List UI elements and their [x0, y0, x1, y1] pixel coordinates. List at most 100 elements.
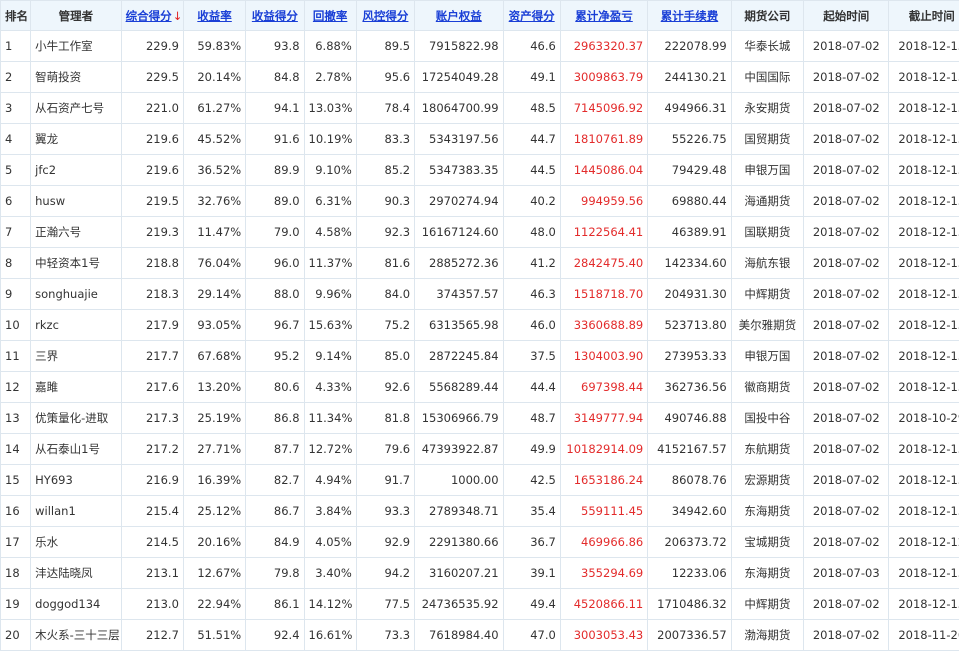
return-rate-cell: 25.12%	[183, 496, 245, 527]
col-fees-header[interactable]: 累计手续费	[648, 1, 731, 31]
col-asset-score-header[interactable]: 资产得分	[503, 1, 560, 31]
equity-cell: 2885272.36	[415, 248, 503, 279]
fees-cell: 222078.99	[648, 31, 731, 62]
equity-cell: 2789348.71	[415, 496, 503, 527]
table-row: 1小牛工作室229.959.83%93.86.88%89.57915822.98…	[1, 31, 959, 62]
end-date-cell: 2018-12-13	[889, 589, 959, 620]
col-end-header: 截止时间	[889, 1, 959, 31]
equity-cell: 18064700.99	[415, 93, 503, 124]
return-rate-cell: 11.47%	[183, 217, 245, 248]
start-date-cell: 2018-07-02	[804, 124, 889, 155]
return-score-cell: 96.0	[246, 248, 304, 279]
col-return-score-header[interactable]: 收益得分	[246, 1, 304, 31]
fees-cell: 244130.21	[648, 62, 731, 93]
return-score-cell: 89.0	[246, 186, 304, 217]
total-score-cell: 213.1	[121, 558, 183, 589]
drawdown-cell: 9.14%	[304, 341, 356, 372]
broker-cell: 永安期货	[731, 93, 803, 124]
start-date-cell: 2018-07-02	[804, 496, 889, 527]
ranking-table: 排名 管理者 综合得分↓ 收益率 收益得分 回撤率 风控得分 账户权益 资产得分…	[0, 0, 959, 651]
rank-cell: 8	[1, 248, 31, 279]
fees-cell: 494966.31	[648, 93, 731, 124]
broker-cell: 中国国际	[731, 62, 803, 93]
col-risk-score-header[interactable]: 风控得分	[356, 1, 414, 31]
col-net-profit-header[interactable]: 累计净盈亏	[560, 1, 647, 31]
fees-cell: 12233.06	[648, 558, 731, 589]
net-profit-cell: 1518718.70	[560, 279, 647, 310]
return-score-cell: 79.8	[246, 558, 304, 589]
col-total-score-header[interactable]: 综合得分↓	[121, 1, 183, 31]
manager-cell: 中轻资本1号	[31, 248, 121, 279]
drawdown-cell: 9.96%	[304, 279, 356, 310]
manager-cell: doggod134	[31, 589, 121, 620]
total-score-cell: 229.9	[121, 31, 183, 62]
broker-cell: 国联期货	[731, 217, 803, 248]
asset-score-cell: 48.0	[503, 217, 560, 248]
net-profit-cell: 1304003.90	[560, 341, 647, 372]
end-date-cell: 2018-12-13	[889, 372, 959, 403]
return-score-cell: 87.7	[246, 434, 304, 465]
table-row: 19doggod134213.022.94%86.114.12%77.52473…	[1, 589, 959, 620]
risk-score-cell: 92.3	[356, 217, 414, 248]
manager-cell: 翼龙	[31, 124, 121, 155]
manager-cell: 小牛工作室	[31, 31, 121, 62]
equity-cell: 6313565.98	[415, 310, 503, 341]
rank-cell: 20	[1, 620, 31, 651]
risk-score-cell: 73.3	[356, 620, 414, 651]
equity-cell: 16167124.60	[415, 217, 503, 248]
table-row: 5jfc2219.636.52%89.99.10%85.25347383.354…	[1, 155, 959, 186]
drawdown-cell: 3.40%	[304, 558, 356, 589]
risk-score-cell: 83.3	[356, 124, 414, 155]
col-return-rate-header[interactable]: 收益率	[183, 1, 245, 31]
total-score-cell: 217.9	[121, 310, 183, 341]
rank-cell: 16	[1, 496, 31, 527]
table-row: 12嘉雎217.613.20%80.64.33%92.65568289.4444…	[1, 372, 959, 403]
broker-cell: 海通期货	[731, 186, 803, 217]
end-date-cell: 2018-12-13	[889, 62, 959, 93]
return-score-cell: 79.0	[246, 217, 304, 248]
manager-cell: jfc2	[31, 155, 121, 186]
drawdown-cell: 10.19%	[304, 124, 356, 155]
risk-score-cell: 79.6	[356, 434, 414, 465]
return-score-cell: 82.7	[246, 465, 304, 496]
start-date-cell: 2018-07-02	[804, 341, 889, 372]
manager-cell: 从石泰山1号	[31, 434, 121, 465]
fees-cell: 69880.44	[648, 186, 731, 217]
end-date-cell: 2018-10-29	[889, 403, 959, 434]
rank-cell: 9	[1, 279, 31, 310]
manager-cell: husw	[31, 186, 121, 217]
broker-cell: 东海期货	[731, 558, 803, 589]
return-score-cell: 89.9	[246, 155, 304, 186]
return-score-cell: 86.7	[246, 496, 304, 527]
col-drawdown-header[interactable]: 回撤率	[304, 1, 356, 31]
asset-score-cell: 36.7	[503, 527, 560, 558]
table-row: 7正瀚六号219.311.47%79.04.58%92.316167124.60…	[1, 217, 959, 248]
net-profit-cell: 355294.69	[560, 558, 647, 589]
asset-score-cell: 42.5	[503, 465, 560, 496]
fees-cell: 55226.75	[648, 124, 731, 155]
return-score-cell: 84.8	[246, 62, 304, 93]
equity-cell: 374357.57	[415, 279, 503, 310]
net-profit-cell: 469966.86	[560, 527, 647, 558]
return-rate-cell: 59.83%	[183, 31, 245, 62]
equity-cell: 5568289.44	[415, 372, 503, 403]
risk-score-cell: 78.4	[356, 93, 414, 124]
end-date-cell: 2018-12-13	[889, 248, 959, 279]
col-broker-header: 期货公司	[731, 1, 803, 31]
table-row: 15HY693216.916.39%82.74.94%91.71000.0042…	[1, 465, 959, 496]
total-score-cell: 217.3	[121, 403, 183, 434]
asset-score-cell: 49.1	[503, 62, 560, 93]
fees-cell: 4152167.57	[648, 434, 731, 465]
equity-cell: 2970274.94	[415, 186, 503, 217]
risk-score-cell: 92.6	[356, 372, 414, 403]
equity-cell: 3160207.21	[415, 558, 503, 589]
manager-cell: 智萌投资	[31, 62, 121, 93]
manager-cell: 从石资产七号	[31, 93, 121, 124]
broker-cell: 申银万国	[731, 341, 803, 372]
net-profit-cell: 3149777.94	[560, 403, 647, 434]
col-equity-header[interactable]: 账户权益	[415, 1, 503, 31]
net-profit-cell: 2842475.40	[560, 248, 647, 279]
manager-cell: willan1	[31, 496, 121, 527]
risk-score-cell: 95.6	[356, 62, 414, 93]
table-row: 8中轻资本1号218.876.04%96.011.37%81.62885272.…	[1, 248, 959, 279]
